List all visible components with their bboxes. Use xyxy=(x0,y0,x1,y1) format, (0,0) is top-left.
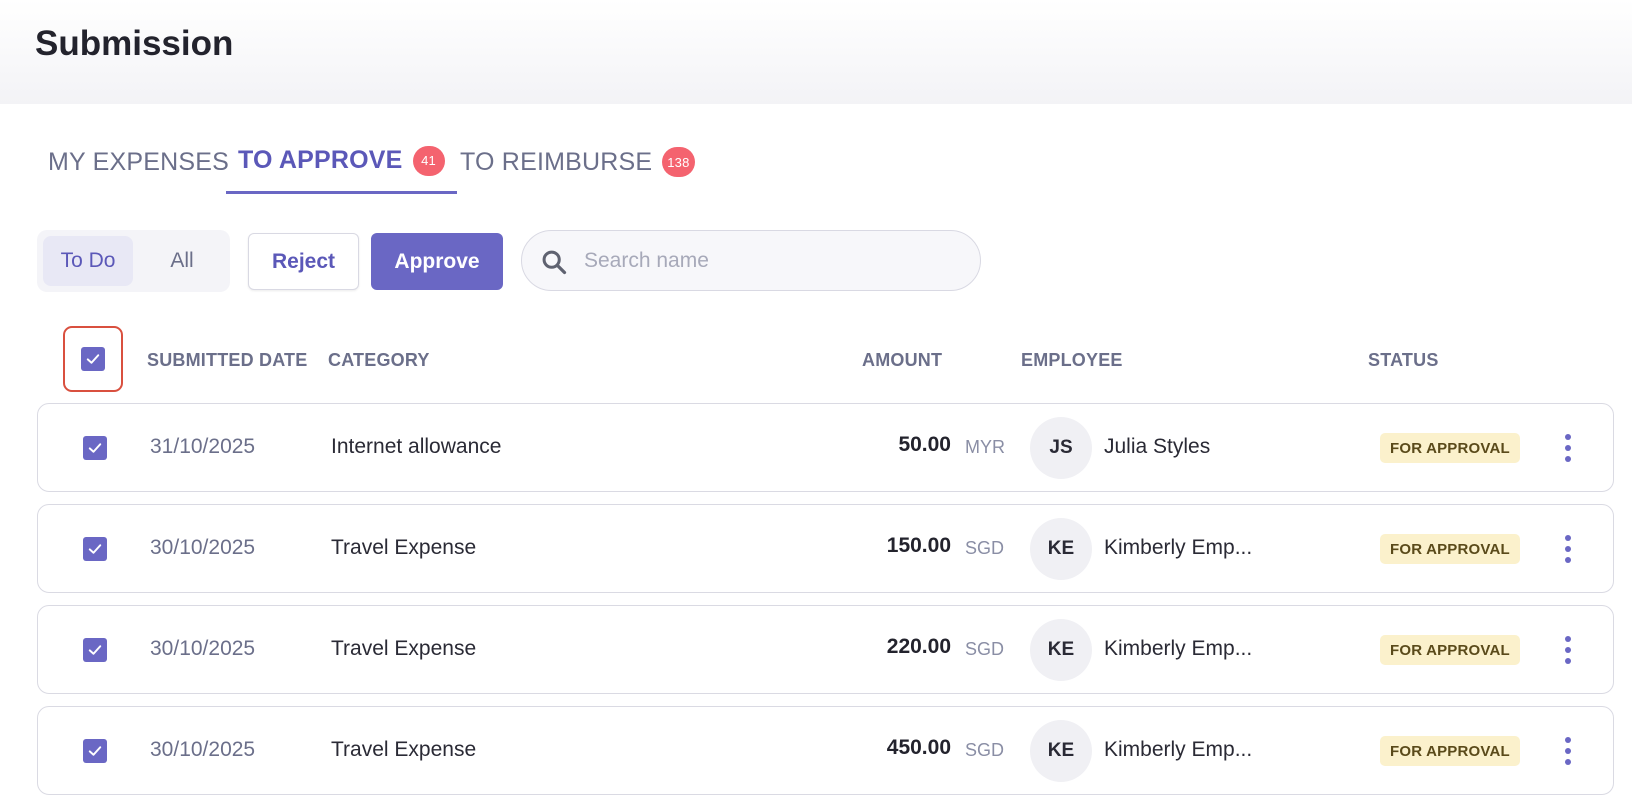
search-icon xyxy=(542,250,567,275)
check-icon xyxy=(88,746,102,756)
row-checkbox[interactable] xyxy=(83,436,107,460)
tab-to-approve[interactable]: TO APPROVE 41 xyxy=(226,130,457,194)
tab-bar: MY EXPENSES TO APPROVE 41 TO REIMBURSE 1… xyxy=(0,130,760,194)
avatar: JS xyxy=(1030,417,1092,479)
column-header-submitted-date[interactable]: SUBMITTED DATE xyxy=(147,350,307,371)
check-icon xyxy=(88,645,102,655)
avatar: KE xyxy=(1030,518,1092,580)
select-all-highlight xyxy=(63,326,123,392)
more-vertical-icon[interactable] xyxy=(1556,531,1580,567)
currency: SGD xyxy=(965,538,1005,558)
status-badge: FOR APPROVAL xyxy=(1380,736,1520,766)
more-vertical-icon[interactable] xyxy=(1556,632,1580,668)
row-checkbox[interactable] xyxy=(83,537,107,561)
tab-label: TO APPROVE xyxy=(238,146,403,174)
page-title: Submission xyxy=(35,24,234,63)
status-badge: FOR APPROVAL xyxy=(1380,433,1520,463)
count-badge: 41 xyxy=(412,145,445,176)
submitted-date: 30/10/2025 xyxy=(150,637,256,660)
tab-my-expenses[interactable]: MY EXPENSES xyxy=(48,130,229,194)
column-header-category[interactable]: CATEGORY xyxy=(328,350,430,371)
avatar: KE xyxy=(1030,720,1092,782)
column-header-amount[interactable]: AMOUNT xyxy=(862,350,942,371)
column-header-employee[interactable]: EMPLOYEE xyxy=(1021,350,1123,371)
column-header-status[interactable]: STATUS xyxy=(1368,350,1439,371)
row-checkbox[interactable] xyxy=(83,638,107,662)
table-row[interactable]: 31/10/2025 Internet allowance 50.00 MYR … xyxy=(37,403,1614,492)
check-icon xyxy=(88,443,102,453)
amount: 150.00 xyxy=(886,534,951,557)
check-icon xyxy=(88,544,102,554)
submitted-date: 31/10/2025 xyxy=(150,435,256,458)
tab-label: TO REIMBURSE xyxy=(460,147,653,176)
currency: SGD xyxy=(965,639,1005,659)
check-icon xyxy=(86,354,100,364)
avatar: KE xyxy=(1030,619,1092,681)
submitted-date: 30/10/2025 xyxy=(150,536,256,559)
employee-name: Kimberly Emp... xyxy=(1104,637,1253,660)
search-input[interactable] xyxy=(584,241,964,281)
row-checkbox[interactable] xyxy=(83,739,107,763)
submitted-date: 30/10/2025 xyxy=(150,738,256,761)
currency: SGD xyxy=(965,740,1005,760)
filter-all-button[interactable]: All xyxy=(141,236,223,286)
employee-name: Kimberly Emp... xyxy=(1104,536,1253,559)
category: Travel Expense xyxy=(331,637,477,660)
table-row[interactable]: 30/10/2025 Travel Expense 220.00 SGD KE … xyxy=(37,605,1614,694)
tab-label: MY EXPENSES xyxy=(48,147,229,176)
status-badge: FOR APPROVAL xyxy=(1380,534,1520,564)
select-all-checkbox[interactable] xyxy=(81,347,105,371)
count-badge: 138 xyxy=(662,147,695,177)
currency: MYR xyxy=(965,437,1005,457)
more-vertical-icon[interactable] xyxy=(1556,733,1580,769)
amount: 450.00 xyxy=(886,736,951,759)
reject-button[interactable]: Reject xyxy=(248,233,359,290)
filter-todo-button[interactable]: To Do xyxy=(43,236,133,286)
amount: 220.00 xyxy=(886,635,951,658)
table-header: SUBMITTED DATE CATEGORY AMOUNT EMPLOYEE … xyxy=(0,320,1632,400)
approve-button[interactable]: Approve xyxy=(371,233,503,290)
amount: 50.00 xyxy=(898,433,951,456)
table-row[interactable]: 30/10/2025 Travel Expense 450.00 SGD KE … xyxy=(37,706,1614,795)
more-vertical-icon[interactable] xyxy=(1556,430,1580,466)
filter-segmented-control: To Do All xyxy=(37,230,230,292)
table-row[interactable]: 30/10/2025 Travel Expense 150.00 SGD KE … xyxy=(37,504,1614,593)
category: Travel Expense xyxy=(331,738,477,761)
status-badge: FOR APPROVAL xyxy=(1380,635,1520,665)
search-box xyxy=(521,230,981,291)
employee-name: Kimberly Emp... xyxy=(1104,738,1253,761)
category: Internet allowance xyxy=(331,435,502,458)
top-header: Submission xyxy=(0,0,1632,104)
tab-to-reimburse[interactable]: TO REIMBURSE 138 xyxy=(460,130,695,194)
employee-name: Julia Styles xyxy=(1104,435,1211,458)
category: Travel Expense xyxy=(331,536,477,559)
